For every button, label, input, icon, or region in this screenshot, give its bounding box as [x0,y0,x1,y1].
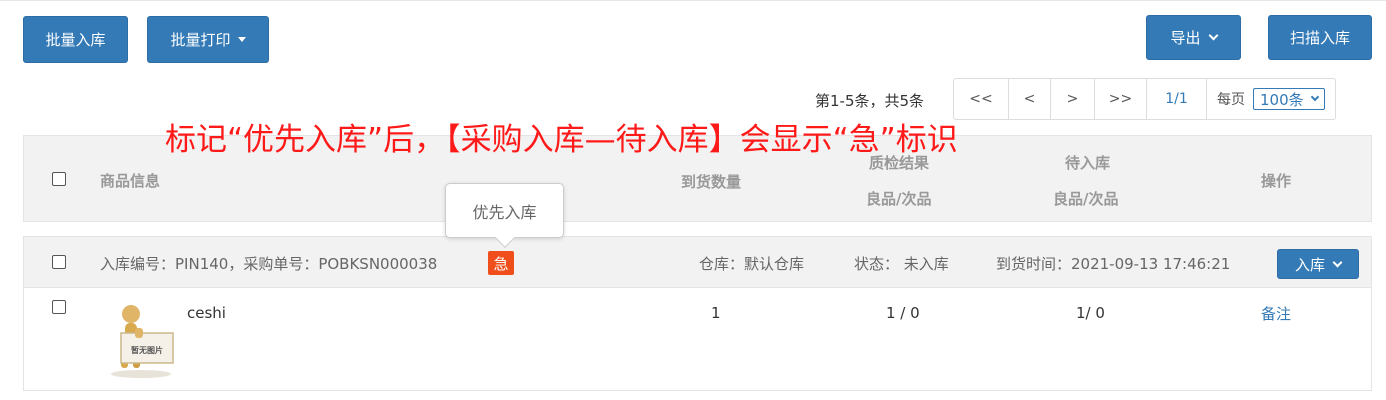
chevron-down-icon [1310,92,1319,102]
batch-print-label: 批量打印 [170,31,231,49]
header-arrived-qty: 到货数量 [681,173,742,191]
product-name: ceshi [187,304,226,322]
prev-page-button[interactable]: < [1009,79,1051,119]
top-divider [0,0,1386,1]
stock-in-button[interactable]: 入库 [1277,249,1359,279]
annotation-text: 标记“优先入库”后，【采购入库—待入库】会显示“急”标识 [165,122,958,158]
header-pending: 待入库 [1065,154,1111,172]
table-row: 暂无图片 ceshi 1 1 / 0 1/ 0 备注 [23,288,1372,391]
scan-stock-in-label: 扫描入库 [1289,29,1350,47]
header-qc-sub: 良品/次品 [866,190,932,208]
current-page: 1/1 [1147,79,1207,119]
header-product-info: 商品信息 [100,172,161,190]
qc-value: 1 / 0 [886,304,920,322]
placeholder-image-icon: 暂无图片 [101,298,179,378]
batch-print-button[interactable]: 批量打印 [147,16,269,63]
per-page-control: 每页 100条 [1207,79,1335,119]
batch-stock-in-button[interactable]: 批量入库 [23,16,128,63]
warehouse-text: 仓库：默认仓库 [699,255,805,273]
header-pending-sub: 良品/次品 [1053,190,1119,208]
per-page-value: 100条 [1260,90,1304,109]
pagination: << < > >> 1/1 每页 100条 [953,78,1336,120]
caret-down-icon [237,37,246,42]
select-all-checkbox[interactable] [52,172,66,186]
thumbnail-text: 暂无图片 [131,345,163,355]
order-group-row: 入库编号：PIN140，采购单号：POBKSN000038 急 仓库：默认仓库 … [23,236,1372,288]
arrival-time: 到货时间：2021-09-13 17:46:21 [996,255,1231,273]
order-info: 入库编号：PIN140，采购单号：POBKSN000038 [100,255,438,273]
header-actions: 操作 [1261,172,1292,190]
remark-link[interactable]: 备注 [1261,303,1291,324]
group-checkbox[interactable] [52,255,66,269]
scan-stock-in-button[interactable]: 扫描入库 [1268,15,1372,60]
next-page-button[interactable]: > [1051,79,1095,119]
first-page-button[interactable]: << [954,79,1009,119]
urgent-badge[interactable]: 急 [488,251,514,275]
chevron-down-icon [1332,257,1343,267]
last-page-button[interactable]: >> [1095,79,1147,119]
pager-summary: 第1-5条，共5条 [815,92,925,110]
row-checkbox[interactable] [52,300,66,314]
pending-value: 1/ 0 [1076,304,1105,322]
arrived-qty-value: 1 [711,304,721,322]
status-text: 状态： 未入库 [854,255,949,273]
batch-stock-in-label: 批量入库 [45,31,106,49]
priority-tooltip: 优先入库 [445,183,564,248]
per-page-label: 每页 [1217,92,1245,108]
tooltip-text: 优先入库 [472,202,537,222]
product-thumbnail: 暂无图片 [101,298,179,378]
per-page-select[interactable]: 100条 [1253,88,1325,110]
chevron-down-icon [1208,30,1218,41]
stock-in-label: 入库 [1294,255,1325,274]
export-button[interactable]: 导出 [1146,15,1241,60]
export-label: 导出 [1170,29,1201,47]
